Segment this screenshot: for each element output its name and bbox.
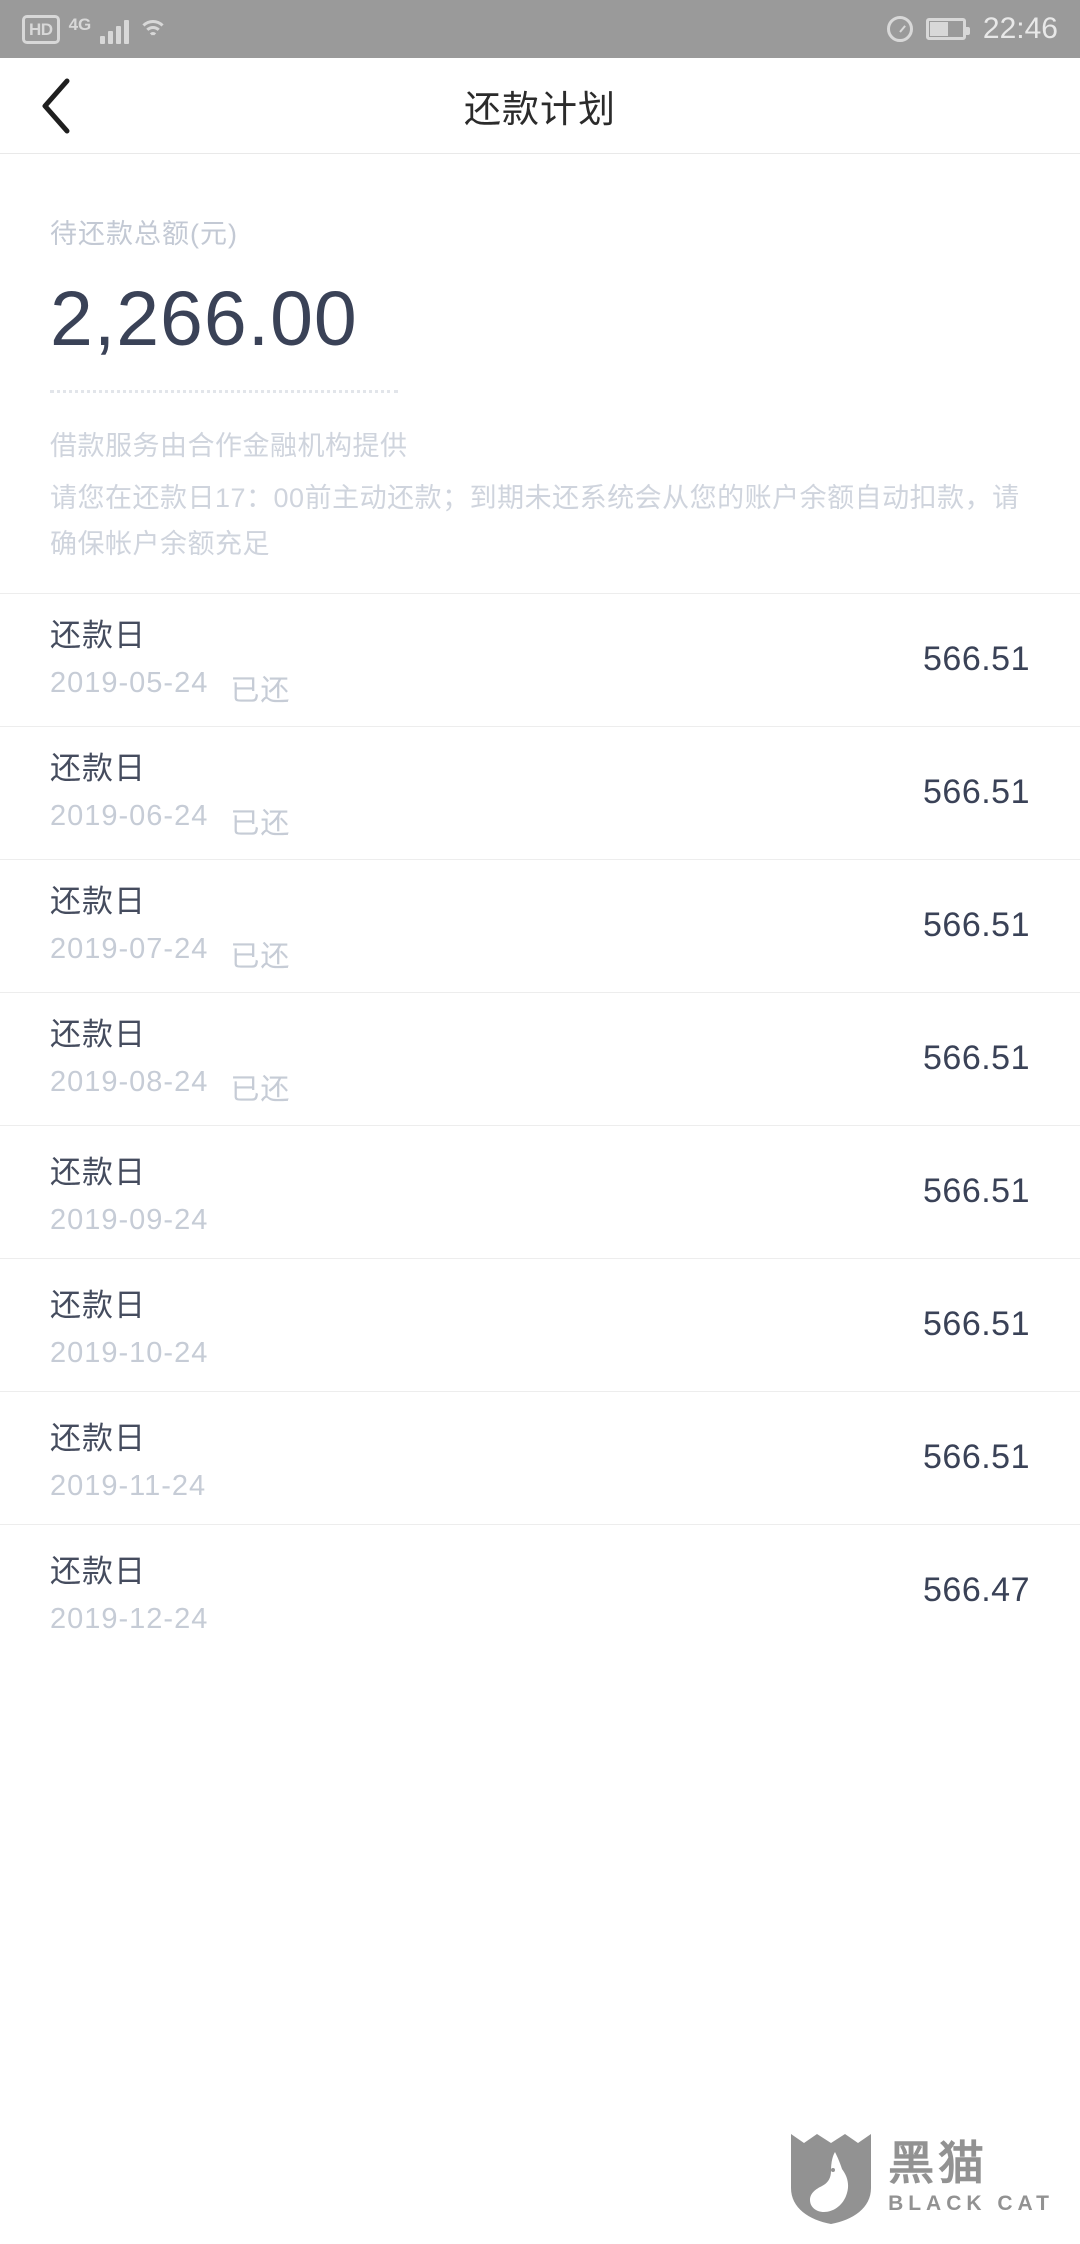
- hd-icon: HD: [22, 14, 60, 44]
- row-title: 还款日: [50, 1017, 146, 1053]
- row-date: 2019-08-24: [50, 1066, 209, 1099]
- status-bar-right: 22:46: [886, 12, 1058, 46]
- wifi-icon: [138, 18, 169, 44]
- watermark-text: 黑猫 BLACK CAT: [888, 2140, 1054, 2216]
- watermark: 黑猫 BLACK CAT: [788, 2130, 1054, 2226]
- battery-icon: [925, 18, 970, 40]
- table-row[interactable]: 还款日 2019-07-24 已还 566.51: [0, 858, 1080, 992]
- row-date: 2019-07-24: [50, 933, 209, 966]
- status-bar: HD 4G 22:46: [0, 0, 1080, 58]
- row-date: 2019-09-24: [50, 1203, 209, 1236]
- table-row[interactable]: 还款日 2019-10-24 566.51: [0, 1257, 1080, 1391]
- table-row[interactable]: 还款日 2019-08-24 已还 566.51: [0, 991, 1080, 1125]
- row-subtitle: 2019-11-24: [50, 1470, 228, 1503]
- row-date: 2019-10-24: [50, 1336, 209, 1369]
- row-subtitle: 2019-08-24 已还: [50, 1066, 290, 1108]
- table-row[interactable]: 还款日 2019-09-24 566.51: [0, 1124, 1080, 1258]
- row-subtitle: 2019-09-24: [50, 1204, 230, 1237]
- row-title: 还款日: [50, 1154, 146, 1190]
- row-amount: 566.51: [923, 1305, 1030, 1344]
- row-date: 2019-05-24: [50, 667, 209, 700]
- row-title: 还款日: [50, 1287, 146, 1323]
- table-row[interactable]: 还款日 2019-11-24 566.51: [0, 1390, 1080, 1524]
- signal-bars-icon: [100, 18, 130, 44]
- table-row[interactable]: 还款日 2019-12-24 566.47: [0, 1523, 1080, 1657]
- row-date: 2019-12-24: [50, 1602, 209, 1635]
- dashed-divider: [50, 389, 398, 393]
- table-row[interactable]: 还款日 2019-06-24 已还 566.51: [0, 725, 1080, 859]
- table-row[interactable]: 还款日 2019-05-24 已还 566.51: [0, 592, 1080, 726]
- row-amount: 566.51: [923, 773, 1030, 812]
- total-due-amount: 2,266.00: [50, 276, 358, 362]
- repayment-schedule-list: 还款日 2019-05-24 已还 566.51 还款日 2019-06-24 …: [0, 592, 1080, 1657]
- alarm-icon: [886, 16, 913, 42]
- row-left: 还款日 2019-06-24 已还: [50, 743, 290, 842]
- status-bar-clock: 22:46: [982, 12, 1058, 45]
- watermark-cn: 黑猫: [888, 2137, 989, 2189]
- row-subtitle: 2019-06-24 已还: [50, 800, 290, 842]
- network-type-label: 4G: [68, 14, 92, 34]
- row-title: 还款日: [50, 1420, 146, 1456]
- row-left: 还款日 2019-05-24 已还: [50, 610, 290, 709]
- page-title: 还款计划: [464, 88, 616, 130]
- status-bar-left: HD 4G: [22, 14, 169, 44]
- back-button[interactable]: [24, 74, 88, 138]
- total-due-label: 待还款总额(元): [50, 219, 238, 249]
- navigation-bar: 还款计划: [0, 58, 1080, 154]
- row-left: 还款日 2019-10-24: [50, 1280, 230, 1370]
- row-amount: 566.51: [923, 640, 1030, 679]
- row-left: 还款日 2019-07-24 已还: [50, 876, 290, 975]
- row-title: 还款日: [50, 751, 146, 787]
- row-date: 2019-06-24: [50, 800, 209, 833]
- row-subtitle: 2019-07-24 已还: [50, 933, 290, 975]
- note-line-autodeduct: 请您在还款日17：00前主动还款；到期未还系统会从您的账户余额自动扣款，请确保帐…: [50, 482, 1020, 559]
- row-date: 2019-11-24: [50, 1469, 207, 1502]
- row-left: 还款日 2019-08-24 已还: [50, 1009, 290, 1108]
- row-amount: 566.51: [923, 1438, 1030, 1477]
- row-amount: 566.47: [923, 1571, 1030, 1610]
- status-badge: 已还: [230, 808, 291, 841]
- row-amount: 566.51: [923, 1039, 1030, 1078]
- row-left: 还款日 2019-11-24: [50, 1413, 228, 1503]
- row-subtitle: 2019-05-24 已还: [50, 667, 290, 709]
- summary-card: 待还款总额(元) 2,266.00 借款服务由合作金融机构提供 请您在还款日17…: [0, 154, 1080, 567]
- row-title: 还款日: [50, 1553, 146, 1589]
- note-line-provider: 借款服务由合作金融机构提供: [50, 430, 408, 461]
- status-badge: 已还: [230, 675, 291, 708]
- row-subtitle: 2019-12-24: [50, 1603, 230, 1636]
- status-badge: 已还: [230, 941, 291, 974]
- row-subtitle: 2019-10-24: [50, 1337, 230, 1370]
- row-amount: 566.51: [923, 1172, 1030, 1211]
- row-left: 还款日 2019-12-24: [50, 1546, 230, 1636]
- row-title: 还款日: [50, 884, 146, 920]
- black-cat-shield-icon: [791, 2134, 872, 2224]
- row-left: 还款日 2019-09-24: [50, 1147, 230, 1237]
- row-amount: 566.51: [923, 906, 1030, 945]
- row-title: 还款日: [50, 618, 146, 654]
- notes-block: 借款服务由合作金融机构提供 请您在还款日17：00前主动还款；到期未还系统会从您…: [50, 423, 1030, 567]
- watermark-en: BLACK CAT: [888, 2192, 1054, 2215]
- chevron-left-icon: [42, 78, 70, 133]
- status-badge: 已还: [230, 1074, 291, 1107]
